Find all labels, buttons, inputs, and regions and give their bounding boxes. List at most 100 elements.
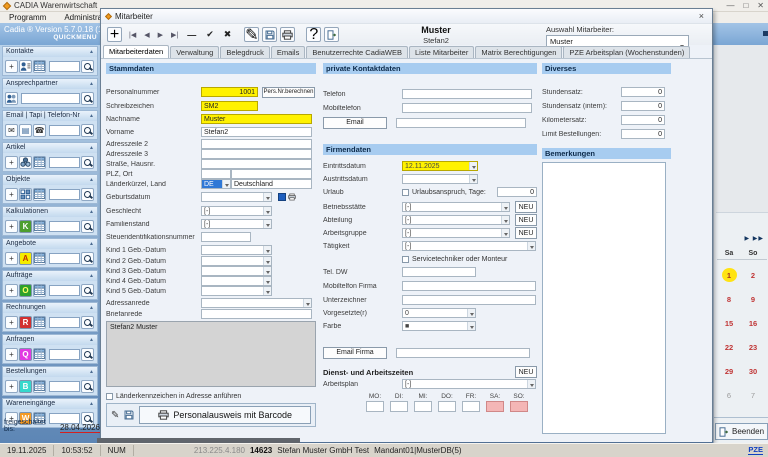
email-button[interactable]: Email xyxy=(323,117,387,129)
checkbox-icon[interactable] xyxy=(402,256,409,263)
calendar-day-29[interactable]: 29 xyxy=(717,367,741,376)
plus-icon[interactable]: + xyxy=(5,60,18,73)
tab-matrix-berechtigungen[interactable]: Matrix Berechtigungen xyxy=(475,46,562,58)
chevron-down-icon[interactable] xyxy=(501,203,509,211)
mitarbeiter-titlebar[interactable]: Mitarbeiter × xyxy=(101,9,712,24)
kind-3-geb-datum-select[interactable] xyxy=(201,266,272,276)
sidebar-header-bestellungen[interactable]: Bestellungen▲ xyxy=(3,367,97,377)
chevron-down-icon[interactable] xyxy=(263,277,271,285)
phone-icon[interactable]: ☎ xyxy=(33,124,46,137)
urlaubsanspruch-tage-checkbox[interactable]: Urlaubsanspruch, Tage: xyxy=(402,189,486,196)
plus-icon[interactable]: + xyxy=(5,316,18,329)
calendar-day-9[interactable]: 9 xyxy=(741,295,765,304)
prev-record-icon[interactable]: ◀ xyxy=(144,31,149,39)
field-input[interactable] xyxy=(396,348,530,358)
sidebar-header-aufträge[interactable]: Aufträge▲ xyxy=(3,271,97,281)
angebote-search-input[interactable] xyxy=(49,253,80,264)
mobiltelefon-input[interactable] xyxy=(402,103,532,113)
calendar-day-2[interactable]: 2 xyxy=(741,271,765,280)
betriebsstätte-select[interactable]: [-] xyxy=(402,202,510,212)
artikel-search-input[interactable] xyxy=(49,157,80,168)
vorgesetzte-r-select[interactable]: 0 xyxy=(402,308,476,318)
chevron-down-icon[interactable] xyxy=(263,257,271,265)
table-icon[interactable] xyxy=(33,284,46,297)
tab-liste-mitarbeiter[interactable]: Liste Mitarbeiter xyxy=(409,46,474,58)
people-icon[interactable] xyxy=(5,92,18,105)
calendar-day-16[interactable]: 16 xyxy=(741,319,765,328)
schreibzeichen-input[interactable]: SM2 xyxy=(201,101,258,111)
farbe-select[interactable]: ■ xyxy=(402,321,476,331)
neu-button[interactable]: NEU xyxy=(515,201,537,213)
calendar-day-30[interactable]: 30 xyxy=(741,367,765,376)
parts-icon[interactable] xyxy=(19,156,32,169)
vorname-input[interactable]: Stefan2 xyxy=(201,127,312,137)
next-record-icon[interactable]: ▶ xyxy=(158,31,163,39)
save-icon[interactable] xyxy=(262,27,277,42)
adresszeile-3-input[interactable] xyxy=(201,149,312,159)
tab-pze-arbeitsplan-wochenstunden[interactable]: PZE Arbeitsplan (Wochenstunden) xyxy=(563,46,690,58)
chevron-down-icon[interactable] xyxy=(501,216,509,224)
beenden-button[interactable]: Beenden xyxy=(715,423,768,440)
neu-arbeitszeiten-button[interactable]: NEU xyxy=(515,366,537,378)
email-firma-button[interactable]: Email Firma xyxy=(323,347,387,359)
collapse-icon[interactable]: ▲ xyxy=(89,175,94,185)
tab-verwaltung[interactable]: Verwaltung xyxy=(170,46,219,58)
kalkulationen-search-button[interactable] xyxy=(81,220,94,233)
fr-input[interactable] xyxy=(462,401,480,412)
calendar-day-23[interactable]: 23 xyxy=(741,343,765,352)
länderkürzel-land-input[interactable]: Deutschland xyxy=(231,179,312,189)
collapse-icon[interactable]: ▲ xyxy=(89,79,94,89)
plz-ort-input[interactable] xyxy=(201,169,231,179)
kilometersatz-input[interactable]: 0 xyxy=(621,115,665,125)
collapse-icon[interactable]: ▲ xyxy=(89,143,94,153)
menu-programm[interactable]: Programm xyxy=(0,13,55,22)
nachname-input[interactable]: Muster xyxy=(201,114,312,124)
card-icon[interactable]: ▤ xyxy=(19,124,32,137)
checkbox-icon[interactable] xyxy=(106,393,113,400)
chevron-down-icon[interactable] xyxy=(527,242,535,250)
mobiltelfon-firma-input[interactable] xyxy=(402,281,536,291)
chevron-down-icon[interactable] xyxy=(263,207,271,215)
plus-record-icon[interactable]: + xyxy=(107,27,122,42)
calendar-day-15[interactable]: 15 xyxy=(717,319,741,328)
table-icon[interactable] xyxy=(33,348,46,361)
neu-button[interactable]: NEU xyxy=(515,227,537,239)
email-tapi-telefon-nr-search-input[interactable] xyxy=(49,125,80,136)
ansprechpartner-search-button[interactable] xyxy=(81,92,94,105)
first-record-icon[interactable]: |◀ xyxy=(129,31,136,39)
objekte-search-button[interactable] xyxy=(81,188,94,201)
angebote-letter-icon[interactable]: A xyxy=(19,252,32,265)
email-icon[interactable]: ✉ xyxy=(5,124,18,137)
sidebar-header-angebote[interactable]: Angebote▲ xyxy=(3,239,97,249)
table-icon[interactable] xyxy=(33,188,46,201)
chevron-down-icon[interactable] xyxy=(263,220,271,228)
briefanrede-input[interactable] xyxy=(201,309,312,319)
personalnummer-input[interactable]: 1001 xyxy=(201,87,258,97)
tätigkeit-select[interactable]: [-] xyxy=(402,241,536,251)
kontakte-search-button[interactable] xyxy=(81,60,94,73)
limit-bestellungen-input[interactable]: 0 xyxy=(621,129,665,139)
bestellungen-search-button[interactable] xyxy=(81,380,94,393)
chevron-down-icon[interactable] xyxy=(263,267,271,275)
chevron-down-icon[interactable] xyxy=(467,309,475,317)
angebote-search-button[interactable] xyxy=(81,252,94,265)
tab-emails[interactable]: Emails xyxy=(271,46,306,58)
sidebar-header-kalkulationen[interactable]: Kalkulationen▲ xyxy=(3,207,97,217)
calendar-day-8[interactable]: 8 xyxy=(717,295,741,304)
kalkulationen-letter-icon[interactable]: K xyxy=(19,220,32,233)
print-icon[interactable] xyxy=(280,27,295,42)
mini-print-icon[interactable] xyxy=(288,193,296,201)
di-input[interactable] xyxy=(390,401,408,412)
chevron-down-icon[interactable] xyxy=(263,193,271,201)
table-icon[interactable] xyxy=(33,60,46,73)
calendar-day-6[interactable]: 6 xyxy=(717,391,741,400)
kind-4-geb-datum-select[interactable] xyxy=(201,276,272,286)
plus-icon[interactable]: + xyxy=(5,348,18,361)
cancel-icon[interactable]: ✖ xyxy=(224,29,232,40)
geschlecht-select[interactable]: [-] xyxy=(201,206,272,216)
tab-mitarbeiterdaten[interactable]: Mitarbeiterdaten xyxy=(103,45,169,58)
objects-icon[interactable] xyxy=(19,188,32,201)
edit-icon[interactable]: ✎ xyxy=(111,410,119,421)
eintrittsdatum-select[interactable]: 12.11.2025 xyxy=(402,161,478,171)
collapse-icon[interactable]: ▲ xyxy=(89,399,94,409)
